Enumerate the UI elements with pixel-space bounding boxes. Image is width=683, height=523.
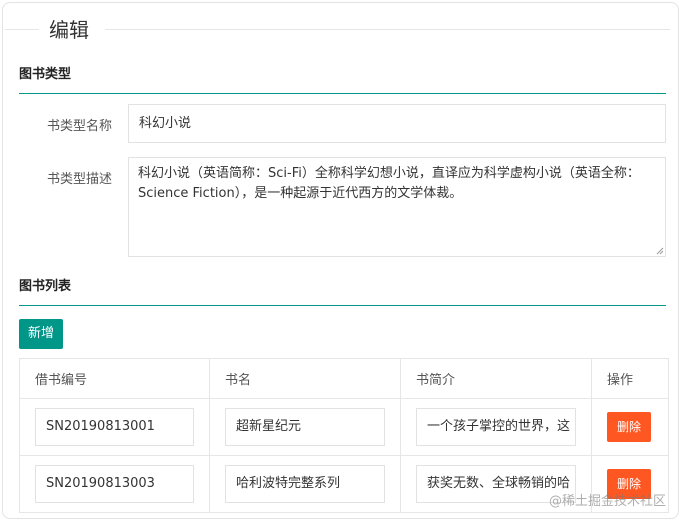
intro-cell: 一个孩子掌控的世界，这	[400, 398, 592, 456]
name-cell: 超新星纪元	[209, 398, 401, 456]
edit-panel: 编辑 图书类型 书类型名称 科幻小说 书类型描述 科幻小说（英语简称：Sci-F…	[2, 2, 679, 519]
type-desc-label: 书类型描述	[46, 172, 112, 187]
title-divider-left	[5, 29, 39, 30]
intro-input[interactable]: 一个孩子掌控的世界，这	[416, 408, 576, 446]
table-row: SN20190813001 超新星纪元 一个孩子掌控的世界，这 删除	[19, 398, 669, 456]
delete-button[interactable]: 删除	[607, 412, 651, 442]
resize-handle-icon[interactable]	[656, 247, 664, 255]
type-name-label: 书类型名称	[46, 119, 112, 134]
type-name-input[interactable]: 科幻小说	[128, 104, 666, 143]
title-divider-right	[105, 29, 670, 30]
col-header-action: 操作	[591, 358, 669, 399]
table-header-row: 借书编号 书名 书简介 操作	[19, 358, 669, 399]
panel-title: 编辑	[49, 18, 89, 42]
book-list-heading: 图书列表	[19, 279, 72, 294]
book-type-heading: 图书类型	[19, 67, 72, 82]
col-header-code: 借书编号	[19, 358, 210, 399]
name-cell: 哈利波特完整系列	[209, 455, 401, 513]
action-cell: 删除	[591, 398, 669, 456]
col-header-name: 书名	[209, 358, 401, 399]
code-cell: SN20190813003	[19, 455, 210, 513]
name-input[interactable]: 超新星纪元	[225, 408, 385, 446]
name-input[interactable]: 哈利波特完整系列	[225, 465, 385, 503]
add-button[interactable]: 新增	[19, 319, 63, 349]
type-desc-text: 科幻小说（英语简称：Sci-Fi）全称科学幻想小说，直译应为科学虚构小说（英语全…	[138, 166, 640, 201]
book-type-divider	[19, 93, 666, 94]
watermark: @稀土掘金技术社区	[548, 494, 666, 509]
code-input[interactable]: SN20190813001	[35, 408, 194, 446]
panel-header: 编辑	[3, 13, 678, 43]
code-cell: SN20190813001	[19, 398, 210, 456]
book-list-divider	[19, 305, 666, 306]
type-desc-textarea[interactable]: 科幻小说（英语简称：Sci-Fi）全称科学幻想小说，直译应为科学虚构小说（英语全…	[128, 157, 666, 257]
col-header-intro: 书简介	[400, 358, 592, 399]
code-input[interactable]: SN20190813003	[35, 465, 194, 503]
